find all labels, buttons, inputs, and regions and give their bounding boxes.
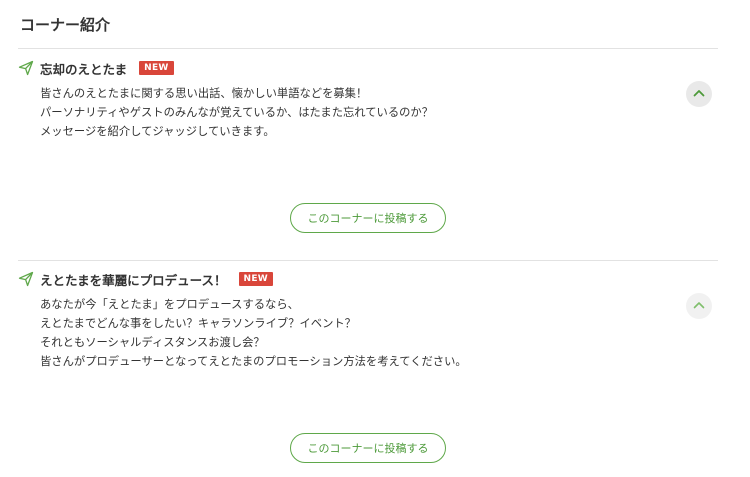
divider bbox=[18, 260, 718, 261]
collapse-toggle-button[interactable] bbox=[686, 293, 712, 319]
corner-description: 皆さんのえとたまに関する思い出話、懐かしい単語などを募集！ パーソナリティやゲス… bbox=[40, 84, 433, 141]
corner-description: あなたが今「えとたま」をプロデュースするなら、 えとたまでどんな事をしたい？キャ… bbox=[40, 295, 467, 371]
description-line: あなたが今「えとたま」をプロデュースするなら、 bbox=[40, 298, 299, 311]
corner-header: 忘却のえとたま NEW bbox=[18, 59, 174, 77]
corner-title: えとたまを華麗にプロデュース！ bbox=[40, 272, 227, 288]
section-title: コーナー紹介 bbox=[20, 16, 111, 34]
send-icon bbox=[18, 271, 34, 287]
post-to-corner-button[interactable]: このコーナーに投稿する bbox=[290, 433, 446, 463]
collapse-toggle-button[interactable] bbox=[686, 81, 712, 107]
post-to-corner-button[interactable]: このコーナーに投稿する bbox=[290, 203, 446, 233]
description-line: 皆さんがプロデューサーとなってえとたまのプロモーション方法を考えてください。 bbox=[40, 355, 467, 368]
send-icon bbox=[18, 60, 34, 76]
description-line: メッセージを紹介してジャッジしていきます。 bbox=[40, 125, 275, 138]
description-line: パーソナリティやゲストのみんなが覚えているか、はたまた忘れているのか？ bbox=[40, 106, 434, 119]
description-line: えとたまでどんな事をしたい？キャラソンライブ？イベント？ bbox=[40, 317, 356, 330]
description-line: それともソーシャルディスタンスお渡し会？ bbox=[40, 336, 265, 349]
chevron-up-icon bbox=[692, 297, 706, 316]
description-line: 皆さんのえとたまに関する思い出話、懐かしい単語などを募集！ bbox=[40, 87, 368, 100]
corner-title: 忘却のえとたま bbox=[40, 61, 128, 77]
new-badge: NEW bbox=[238, 272, 274, 286]
new-badge: NEW bbox=[139, 61, 174, 75]
divider bbox=[18, 48, 718, 49]
corner-header: えとたまを華麗にプロデュース！ NEW bbox=[18, 270, 274, 288]
chevron-up-icon bbox=[692, 85, 706, 104]
